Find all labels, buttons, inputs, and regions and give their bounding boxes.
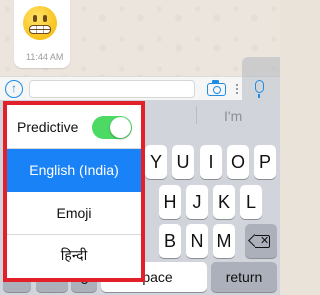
predictive-row: Predictive	[7, 105, 141, 149]
key-h[interactable]: H	[159, 185, 181, 219]
key-m[interactable]: M	[213, 224, 235, 258]
chat-area: 11:44 AM	[0, 0, 280, 76]
predictive-toggle[interactable]	[92, 116, 132, 139]
key-b[interactable]: B	[159, 224, 181, 258]
suggestion-word[interactable]: I'm	[224, 108, 242, 124]
language-option-english-india[interactable]: English (India)	[7, 149, 141, 192]
divider	[196, 106, 197, 124]
mic-highlight	[242, 57, 280, 101]
key-o[interactable]: O	[227, 145, 249, 179]
backspace-icon: ✕	[260, 235, 270, 247]
toggle-knob	[110, 117, 131, 138]
message-timestamp: 11:44 AM	[26, 52, 64, 62]
camera-icon[interactable]	[207, 80, 226, 96]
key-k[interactable]: K	[213, 185, 235, 219]
message-bubble[interactable]: 11:44 AM	[14, 0, 70, 68]
language-popup: Predictive English (India) Emoji हिन्दी	[3, 101, 145, 282]
key-l[interactable]: L	[240, 185, 262, 219]
key-u[interactable]: U	[172, 145, 194, 179]
message-input[interactable]	[29, 80, 195, 98]
message-input-bar: ↑	[0, 57, 280, 101]
predictive-label: Predictive	[17, 119, 79, 135]
divider	[236, 84, 238, 94]
microphone-icon[interactable]	[255, 80, 264, 98]
grinning-face-emoji-icon	[23, 6, 57, 40]
key-i[interactable]: I	[200, 145, 222, 179]
key-p[interactable]: P	[254, 145, 276, 179]
key-j[interactable]: J	[186, 185, 208, 219]
key-y[interactable]: Y	[145, 145, 167, 179]
plus-circle-icon[interactable]: ↑	[5, 80, 23, 98]
language-option-hindi[interactable]: हिन्दी	[7, 235, 141, 278]
return-key[interactable]: return	[211, 262, 277, 292]
key-n[interactable]: N	[186, 224, 208, 258]
backspace-key[interactable]: ✕	[245, 224, 277, 258]
language-option-emoji[interactable]: Emoji	[7, 192, 141, 235]
